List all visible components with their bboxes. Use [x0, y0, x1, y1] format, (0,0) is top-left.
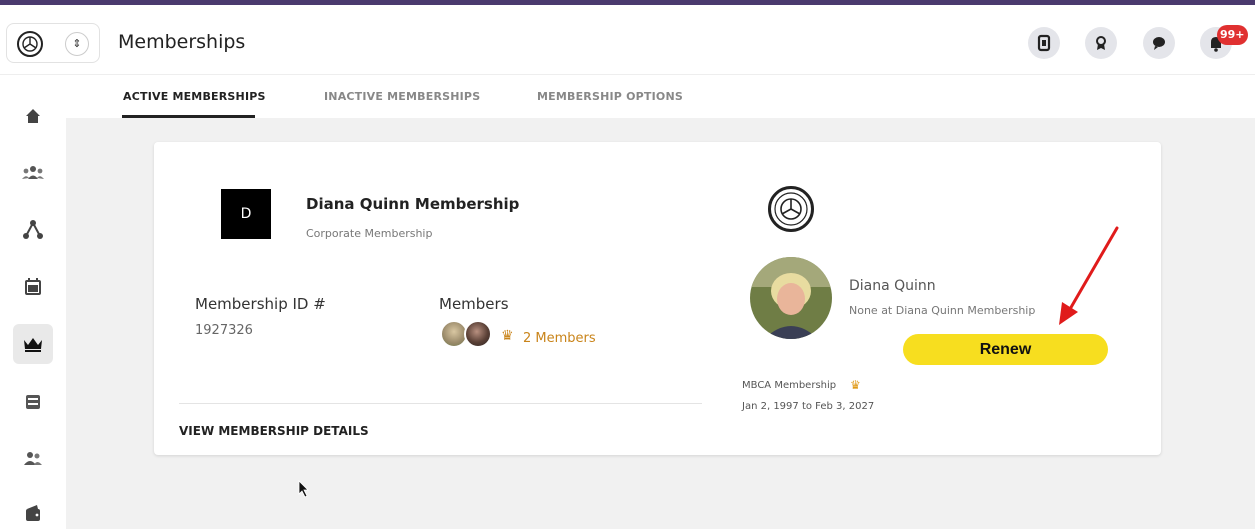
membership-id-label: Membership ID # [195, 295, 326, 313]
badge-icon[interactable] [1028, 27, 1060, 59]
crown-icon: ♛ [501, 328, 514, 344]
tab-inactive-memberships[interactable]: INACTIVE MEMBERSHIPS [324, 90, 480, 103]
sidebar-item-memberships[interactable] [13, 324, 53, 364]
tab-active-memberships[interactable]: ACTIVE MEMBERSHIPS [123, 90, 266, 103]
crown-icon [24, 338, 42, 352]
membership-avatar: D [221, 189, 271, 239]
members-count-link[interactable]: 2 Members [523, 331, 596, 346]
person-role: None at Diana Quinn Membership [849, 304, 1036, 317]
member-avatar[interactable] [464, 320, 492, 348]
crown-icon: ♛ [850, 378, 861, 392]
club-logo-icon [17, 31, 43, 57]
person-name: Diana Quinn [849, 278, 936, 294]
members-label: Members [439, 295, 509, 313]
sidebar-item-community[interactable] [13, 153, 53, 193]
calendar-icon [25, 278, 41, 295]
sidebar-item-network[interactable] [13, 210, 53, 250]
membership-type: Corporate Membership [306, 227, 433, 240]
network-icon [23, 220, 43, 239]
renew-button[interactable]: Renew [903, 334, 1108, 365]
community-icon [22, 166, 44, 179]
view-membership-details-link[interactable]: VIEW MEMBERSHIP DETAILS [179, 424, 369, 438]
inbox-icon [26, 395, 40, 409]
page-title: Memberships [118, 31, 246, 53]
right-edge-panel [1251, 118, 1255, 529]
chat-icon[interactable] [1143, 27, 1175, 59]
membership-dates: Jan 2, 1997 to Feb 3, 2027 [742, 401, 875, 412]
people-icon [24, 452, 42, 465]
notification-badge: 99+ [1217, 25, 1248, 45]
wallet-icon [26, 505, 40, 521]
header: ⇕ Memberships 99+ [0, 5, 1255, 75]
app-switcher[interactable]: ⇕ [6, 23, 100, 63]
membership-card: D Diana Quinn Membership Corporate Membe… [154, 142, 1161, 455]
profile-photo [750, 257, 832, 339]
sidebar-item-calendar[interactable] [13, 267, 53, 307]
award-icon[interactable] [1085, 27, 1117, 59]
membership-id-value: 1927326 [195, 323, 253, 338]
sidebar-item-home[interactable] [13, 96, 53, 136]
tab-bar: ACTIVE MEMBERSHIPS INACTIVE MEMBERSHIPS … [66, 76, 1255, 118]
annotation-arrow-icon [1059, 226, 1119, 325]
mbca-membership-label: MBCA Membership [742, 380, 837, 391]
mouse-cursor-icon [298, 480, 309, 498]
tab-membership-options[interactable]: MEMBERSHIP OPTIONS [537, 90, 683, 103]
membership-name: Diana Quinn Membership [306, 195, 520, 213]
card-divider [179, 403, 702, 404]
home-icon [26, 109, 40, 123]
sidebar-item-wallet[interactable] [13, 494, 53, 529]
sidebar-item-people[interactable] [13, 439, 53, 479]
club-seal-icon [768, 186, 814, 232]
sidebar-item-inbox[interactable] [13, 382, 53, 422]
switch-chevron-icon[interactable]: ⇕ [65, 32, 89, 56]
sidebar [0, 76, 66, 529]
